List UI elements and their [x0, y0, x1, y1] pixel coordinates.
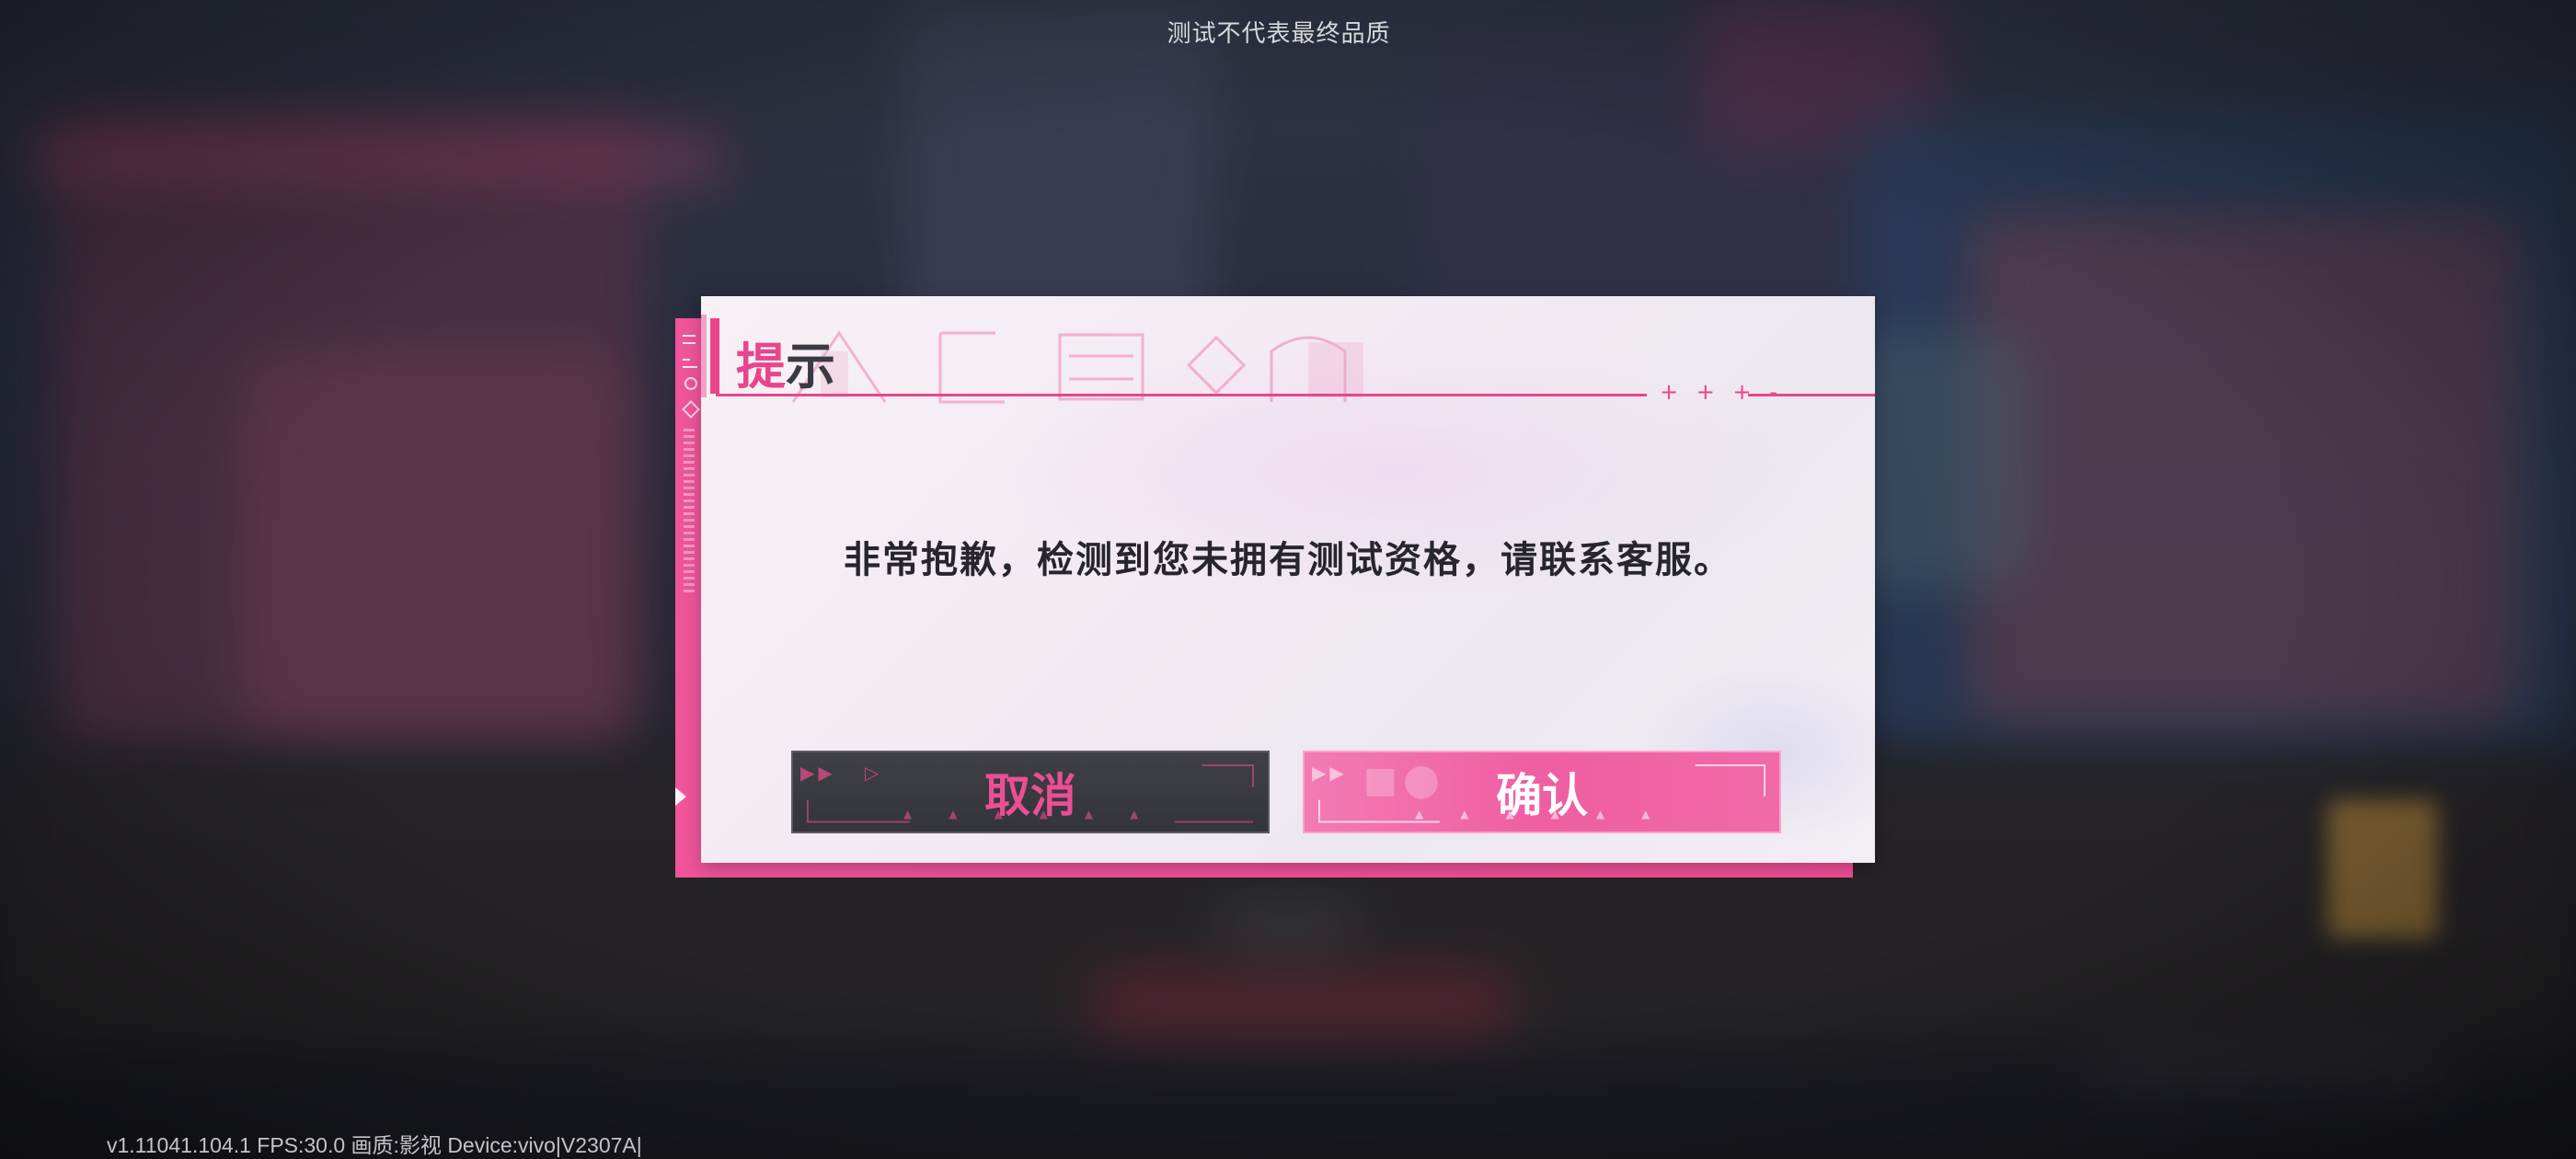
cancel-button-label: 取消: [984, 768, 1076, 822]
title-accent-bar: [710, 318, 719, 394]
title-underline: [716, 394, 1647, 396]
cancel-button[interactable]: ▶▶ ▷ ▲▲▲▲▲▲ 取消: [791, 751, 1270, 833]
triangle-play-icon: ▶▶: [1312, 762, 1348, 784]
notice-dialog: 提示 + + + - 非常抱歉，检测到您未拥有测试资格，请联系客服。 ▶▶ ▷ …: [701, 296, 1875, 863]
dialog-title: 提示: [736, 326, 835, 398]
dialog-title-accent-char: 提: [736, 337, 786, 396]
dialog-title-rest: 示: [786, 337, 835, 396]
title-sparkle-deco: + + + -: [1660, 379, 1783, 405]
test-build-watermark: 测试不代表最终品质: [1167, 20, 1391, 48]
dialog-message: 非常抱歉，检测到您未拥有测试资格，请联系客服。: [844, 539, 1732, 581]
title-deco-graphic: [791, 330, 1363, 404]
dialog-side-ornament: [675, 318, 703, 870]
debug-status-bar: v1.11041.104.1 FPS:30.0 画质:影视 Device:viv…: [107, 1133, 642, 1157]
confirm-button[interactable]: ▶▶ ▲▲▲▲▲▲ 确认: [1303, 751, 1781, 833]
triangle-play-icon: ▶▶ ▷: [800, 762, 883, 784]
confirm-button-label: 确认: [1496, 768, 1588, 822]
